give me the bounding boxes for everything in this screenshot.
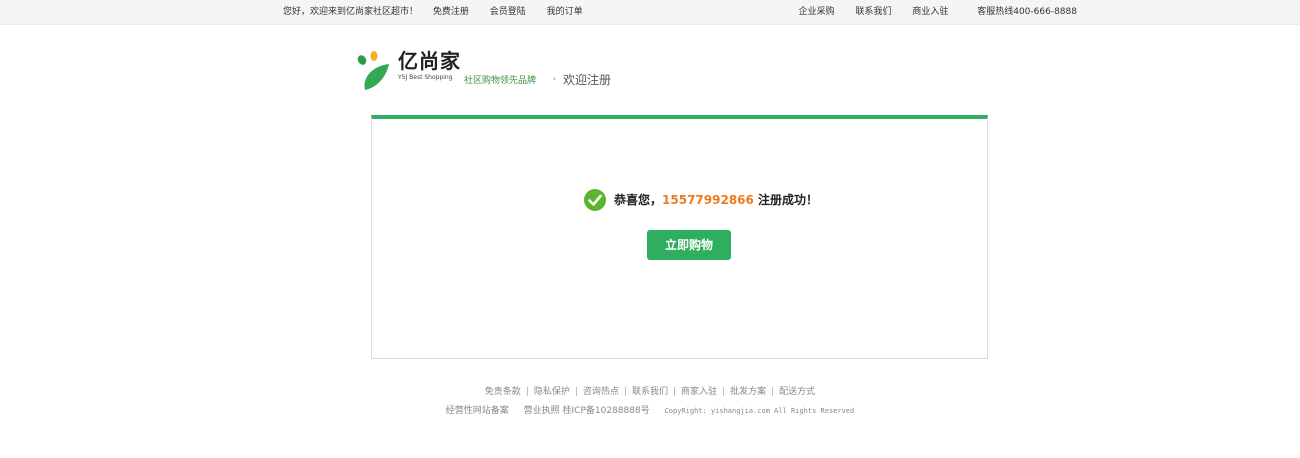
shop-now-button[interactable]: 立即购物 (647, 230, 731, 260)
footer-separator: | (722, 387, 726, 397)
merchant-join-link[interactable]: 商业入驻 (912, 7, 948, 17)
footer-link-contact[interactable]: 联系我们 (632, 387, 668, 397)
footer-license-record: 经营性网站备案 (445, 406, 509, 416)
my-orders-link[interactable]: 我的订单 (547, 7, 583, 17)
footer-info: 经营性网站备案 营业执照 桂ICP备10288888号 CopyRight: y… (0, 403, 1300, 416)
registration-result-panel: 恭喜您，15577992866 注册成功！ 立即购物 (371, 115, 988, 359)
contact-us-link[interactable]: 联系我们 (855, 7, 891, 17)
brand-name: 亿尚家 (398, 49, 461, 73)
footer-copyright: CopyRight: yishangjia.com All Rights Res… (664, 407, 855, 415)
footer-separator: | (574, 387, 578, 397)
leaf-logo-icon[interactable] (356, 50, 392, 92)
footer-link-merchant[interactable]: 商家入驻 (681, 387, 717, 397)
register-link[interactable]: 免费注册 (433, 7, 469, 17)
footer-links: 免责条款 | 隐私保护 | 咨询热点 | 联系我们 | 商家入驻 | 批发方案 | 配送方式 (0, 384, 1300, 397)
check-circle-icon (584, 189, 606, 211)
success-text: 恭喜您，15577992866 注册成功！ (614, 188, 818, 212)
hotline-text: 客服热线400-666-8888 (977, 7, 1077, 17)
footer-link-delivery[interactable]: 配送方式 (779, 387, 815, 397)
footer-separator: | (623, 387, 627, 397)
top-bar-inner: 您好，欢迎来到亿尚家社区超市！ 免费注册 会员登陆 我的订单 企业采购 联系我们… (283, 0, 1077, 25)
top-bar: 您好，欢迎来到亿尚家社区超市！ 免费注册 会员登陆 我的订单 企业采购 联系我们… (0, 0, 1300, 25)
enterprise-purchase-link[interactable]: 企业采购 (799, 7, 835, 17)
login-link[interactable]: 会员登陆 (490, 7, 526, 17)
header: 亿尚家 YSJ Best Shopping 社区购物领先品牌 • 欢迎注册 (356, 48, 956, 98)
header-divider-dot: • (552, 75, 557, 84)
footer-link-wholesale[interactable]: 批发方案 (730, 387, 766, 397)
top-bar-right: 企业采购 联系我们 商业入驻 客服热线400-666-8888 (781, 0, 1077, 25)
top-bar-left: 您好，欢迎来到亿尚家社区超市！ 免费注册 会员登陆 我的订单 (283, 0, 583, 25)
success-prefix: 恭喜您， (614, 193, 663, 207)
footer-business-license: 营业执照 桂ICP备10288888号 (523, 406, 650, 416)
page-title: 欢迎注册 (563, 73, 612, 87)
footer-separator: | (771, 387, 775, 397)
footer-link-privacy[interactable]: 隐私保护 (534, 387, 570, 397)
brand-english: YSJ Best Shopping (398, 74, 453, 81)
footer-link-faq[interactable]: 咨询热点 (583, 387, 619, 397)
brand-slogan: 社区购物领先品牌 (464, 76, 537, 86)
footer-separator: | (525, 387, 529, 397)
greeting-text: 您好，欢迎来到亿尚家社区超市！ (283, 7, 419, 17)
registered-phone: 15577992866 (662, 193, 754, 207)
footer-separator: | (673, 387, 677, 397)
success-suffix: 注册成功！ (753, 193, 819, 207)
footer-link-disclaimer[interactable]: 免责条款 (485, 387, 521, 397)
